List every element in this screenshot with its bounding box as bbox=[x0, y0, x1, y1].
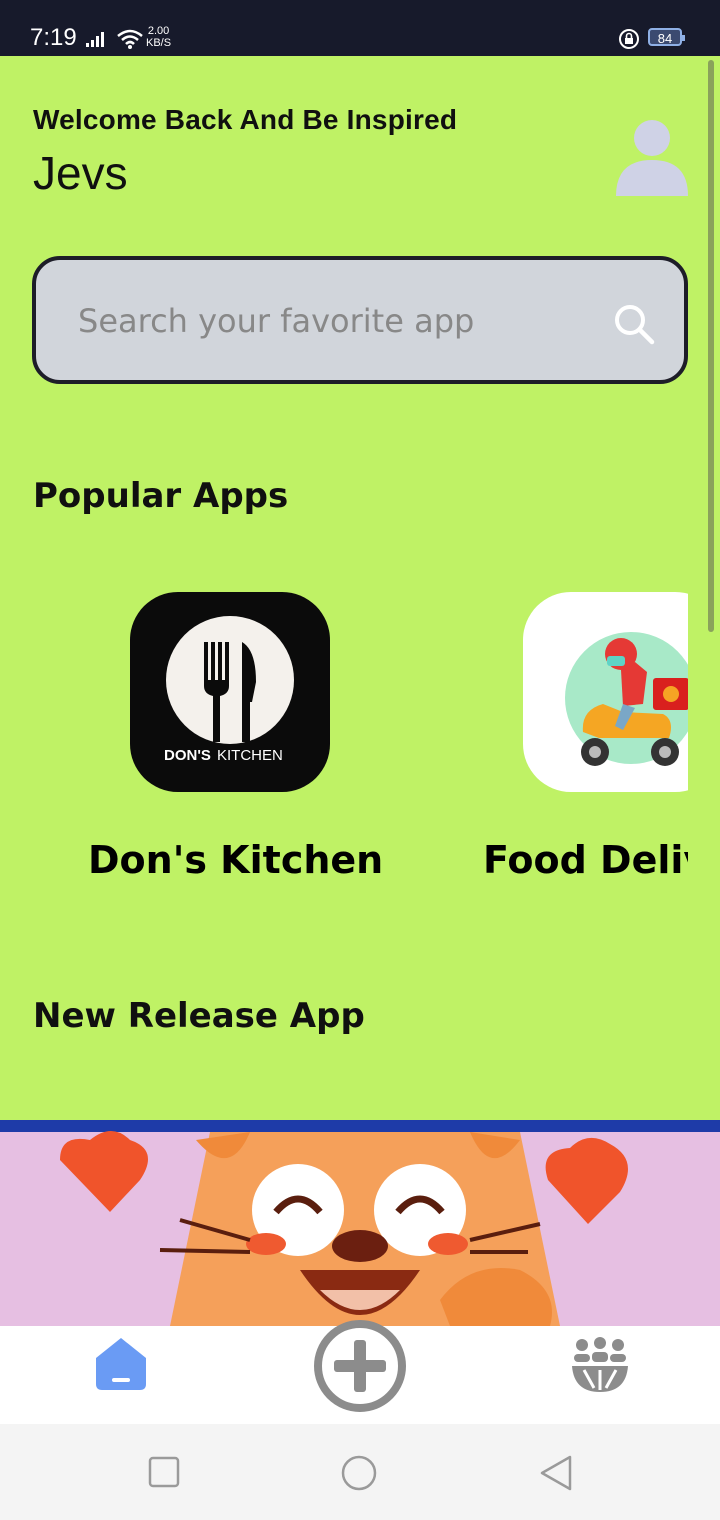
search-bar[interactable] bbox=[32, 256, 688, 384]
dons-kitchen-logo-text-bold: DON'S bbox=[164, 747, 211, 764]
scrollbar[interactable] bbox=[708, 60, 714, 632]
search-input[interactable] bbox=[76, 290, 600, 352]
bottom-navigation bbox=[0, 1320, 720, 1424]
signal-icon bbox=[86, 32, 104, 47]
cat-mascot-illustration bbox=[60, 1131, 628, 1326]
home-icon[interactable] bbox=[92, 1336, 150, 1392]
welcome-text: Welcome Back And Be Inspired bbox=[33, 104, 458, 135]
new-release-title: New Release App bbox=[33, 996, 365, 1036]
username: Jevs bbox=[33, 147, 128, 199]
profile-avatar-icon[interactable] bbox=[614, 118, 690, 196]
system-navigation-bar bbox=[0, 1424, 720, 1520]
network-speed: 2.00 KB/S bbox=[146, 25, 171, 49]
dons-kitchen-logo-text-light: KITCHEN bbox=[217, 747, 283, 764]
status-bar: 7:19 2.00 KB/S 84 bbox=[0, 0, 720, 56]
popular-apps-carousel[interactable]: DON'S KITCHEN Don's Kitchen Food Deliv bbox=[0, 590, 688, 900]
food-delivery-logo-icon[interactable] bbox=[523, 592, 688, 792]
new-release-banner[interactable] bbox=[0, 1120, 720, 1326]
search-icon[interactable] bbox=[612, 302, 656, 346]
wifi-icon bbox=[117, 29, 143, 49]
back-button-icon[interactable] bbox=[538, 1454, 574, 1492]
add-icon[interactable] bbox=[312, 1318, 408, 1414]
popular-apps-title: Popular Apps bbox=[33, 476, 289, 516]
app-name: Food Deliv bbox=[483, 838, 688, 882]
status-time: 7:19 bbox=[30, 24, 77, 51]
app-card-dons-kitchen[interactable]: DON'S KITCHEN Don's Kitchen bbox=[88, 590, 390, 890]
recents-button-icon[interactable] bbox=[148, 1456, 180, 1488]
app-name: Don's Kitchen bbox=[88, 838, 384, 882]
home-button-icon[interactable] bbox=[340, 1454, 378, 1492]
network-speed-value: 2.00 bbox=[147, 25, 170, 37]
community-icon[interactable] bbox=[570, 1336, 630, 1394]
rotation-lock-icon bbox=[619, 29, 639, 49]
network-speed-unit: KB/S bbox=[146, 37, 172, 49]
battery-indicator: 84 bbox=[648, 28, 685, 46]
dons-kitchen-logo-icon[interactable]: DON'S KITCHEN bbox=[130, 592, 330, 792]
app-card-food-delivery[interactable]: Food Deliv bbox=[483, 590, 688, 890]
